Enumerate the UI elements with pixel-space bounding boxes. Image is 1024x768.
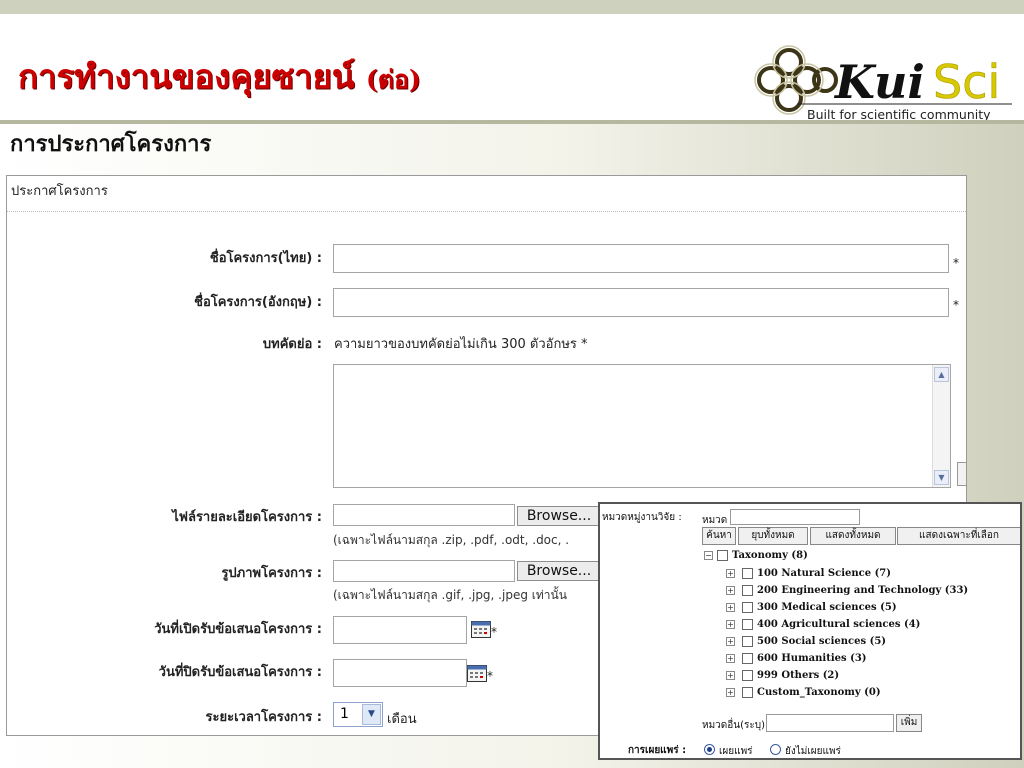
image-label: รูปภาพโครงการ : bbox=[221, 566, 322, 581]
show-all-button[interactable]: แสดงทั้งหมด bbox=[810, 527, 896, 545]
required-mark: * bbox=[953, 256, 959, 270]
tree-item-checkbox[interactable] bbox=[742, 585, 753, 596]
duration-selected-value: 1 bbox=[340, 706, 349, 722]
chevron-down-icon[interactable]: ▼ bbox=[362, 704, 381, 725]
required-mark: * bbox=[953, 298, 959, 312]
other-category-label: หมวดอื่น(ระบุ) bbox=[702, 720, 766, 731]
tree-root-checkbox[interactable] bbox=[717, 550, 728, 561]
logo-brand-sci: Sci bbox=[933, 55, 1000, 109]
publish-radio[interactable] bbox=[704, 744, 715, 755]
tree-item-label: 200 Engineering and Technology (33) bbox=[757, 585, 969, 596]
abstract-scrollbar[interactable]: ▲ ▼ bbox=[932, 365, 950, 487]
resize-handle[interactable] bbox=[957, 462, 966, 486]
expand-icon[interactable]: + bbox=[726, 603, 735, 612]
section-title: การประกาศโครงการ bbox=[10, 131, 212, 157]
tree-item-label: 600 Humanities (3) bbox=[757, 653, 867, 664]
detail-file-input[interactable] bbox=[333, 504, 515, 526]
slide-title-sub: (ต่อ) bbox=[365, 65, 421, 94]
tree-item-checkbox[interactable] bbox=[742, 687, 753, 698]
category-search-label: หมวด bbox=[702, 515, 728, 526]
tree-item-label: Custom_Taxonomy (0) bbox=[757, 687, 881, 698]
close-date-input[interactable] bbox=[333, 659, 467, 687]
abstract-note: ความยาวของบทคัดย่อไม่เกิน 300 ตัวอักษร * bbox=[334, 337, 588, 352]
molecule-rings-icon bbox=[757, 48, 838, 112]
unpublish-option-label: ยังไม่เผยแพร่ bbox=[785, 746, 841, 757]
tree-item-checkbox[interactable] bbox=[742, 636, 753, 647]
publish-option-label: เผยแพร่ bbox=[719, 746, 753, 757]
name-en-label: ชื่อโครงการ(อังกฤษ) : bbox=[194, 295, 322, 310]
duration-unit: เดือน bbox=[387, 712, 417, 727]
name-th-input[interactable] bbox=[333, 244, 949, 273]
tree-item-label: 999 Others (2) bbox=[757, 670, 840, 681]
required-mark: * bbox=[491, 625, 497, 639]
tree-item-label: 300 Medical sciences (5) bbox=[757, 602, 897, 613]
detail-file-label: ไฟล์รายละเอียดโครงการ : bbox=[172, 510, 322, 525]
tree-item-label: 500 Social sciences (5) bbox=[757, 636, 887, 647]
close-date-label: วันที่ปิดรับข้อเสนอโครงการ : bbox=[158, 665, 322, 680]
expand-icon[interactable]: + bbox=[726, 620, 735, 629]
calendar-icon[interactable] bbox=[467, 665, 487, 682]
expand-icon[interactable]: + bbox=[726, 586, 735, 595]
tree-root-label: Taxonomy (8) bbox=[732, 550, 808, 561]
expand-icon[interactable]: + bbox=[726, 654, 735, 663]
tree-item-checkbox[interactable] bbox=[742, 602, 753, 613]
image-file-input[interactable] bbox=[333, 560, 515, 582]
open-date-input[interactable] bbox=[333, 616, 467, 644]
research-category-popup: หมวดหมู่งานวิจัย : หมวด ค้นหา ยุบทั้งหมด… bbox=[598, 502, 1022, 760]
form-header-divider bbox=[7, 211, 966, 212]
expand-icon[interactable]: + bbox=[726, 569, 735, 578]
other-category-input[interactable] bbox=[766, 714, 894, 732]
abstract-textarea[interactable]: ▲ ▼ bbox=[333, 364, 951, 488]
open-date-label: วันที่เปิดรับข้อเสนอโครงการ : bbox=[154, 622, 322, 637]
top-banner-strip bbox=[0, 0, 1024, 14]
show-selected-button[interactable]: แสดงเฉพาะที่เลือก bbox=[897, 527, 1020, 545]
abstract-label: บทคัดย่อ : bbox=[262, 337, 322, 352]
required-mark: * bbox=[487, 669, 493, 683]
tree-item-checkbox[interactable] bbox=[742, 619, 753, 630]
category-label: หมวดหมู่งานวิจัย : bbox=[602, 512, 682, 523]
logo-brand-kui: Kui bbox=[833, 55, 925, 109]
tree-item-checkbox[interactable] bbox=[742, 568, 753, 579]
unpublish-radio[interactable] bbox=[770, 744, 781, 755]
collapse-icon[interactable]: − bbox=[704, 551, 713, 560]
name-en-input[interactable] bbox=[333, 288, 949, 317]
image-browse-button[interactable]: Browse... bbox=[517, 561, 601, 581]
expand-icon[interactable]: + bbox=[726, 637, 735, 646]
name-th-label: ชื่อโครงการ(ไทย) : bbox=[209, 251, 322, 266]
publish-label: การเผยแพร่ : bbox=[628, 745, 687, 756]
scroll-up-icon[interactable]: ▲ bbox=[934, 367, 949, 382]
category-search-input[interactable] bbox=[730, 509, 860, 525]
slide-title-main: การทำงานของคุยซายน์ bbox=[18, 57, 355, 96]
slide-title: การทำงานของคุยซายน์ (ต่อ) bbox=[18, 50, 421, 103]
tree-item-checkbox[interactable] bbox=[742, 670, 753, 681]
detail-file-hint: (เฉพาะไฟล์นามสกุล .zip, .pdf, .odt, .doc… bbox=[333, 533, 570, 547]
image-hint: (เฉพาะไฟล์นามสกุล .gif, .jpg, .jpeg เท่า… bbox=[333, 588, 567, 602]
tree-item-label: 100 Natural Science (7) bbox=[757, 568, 891, 579]
duration-select[interactable]: 1 ▼ bbox=[333, 702, 383, 727]
category-search-button[interactable]: ค้นหา bbox=[702, 527, 736, 545]
collapse-all-button[interactable]: ยุบทั้งหมด bbox=[738, 527, 808, 545]
expand-icon[interactable]: + bbox=[726, 671, 735, 680]
add-category-button[interactable]: เพิ่ม bbox=[896, 714, 922, 732]
form-header: ประกาศโครงการ bbox=[11, 184, 108, 199]
expand-icon[interactable]: + bbox=[726, 688, 735, 697]
detail-file-browse-button[interactable]: Browse... bbox=[517, 506, 601, 526]
duration-label: ระยะเวลาโครงการ : bbox=[205, 710, 322, 725]
tree-item-label: 400 Agricultural sciences (4) bbox=[757, 619, 921, 630]
scroll-down-icon[interactable]: ▼ bbox=[934, 470, 949, 485]
calendar-icon[interactable] bbox=[471, 621, 491, 638]
tree-item-checkbox[interactable] bbox=[742, 653, 753, 664]
slide-header: การทำงานของคุยซายน์ (ต่อ) Kui Sci Built … bbox=[0, 14, 1024, 122]
kuisci-logo: Kui Sci Built for scientific community bbox=[754, 45, 1012, 122]
